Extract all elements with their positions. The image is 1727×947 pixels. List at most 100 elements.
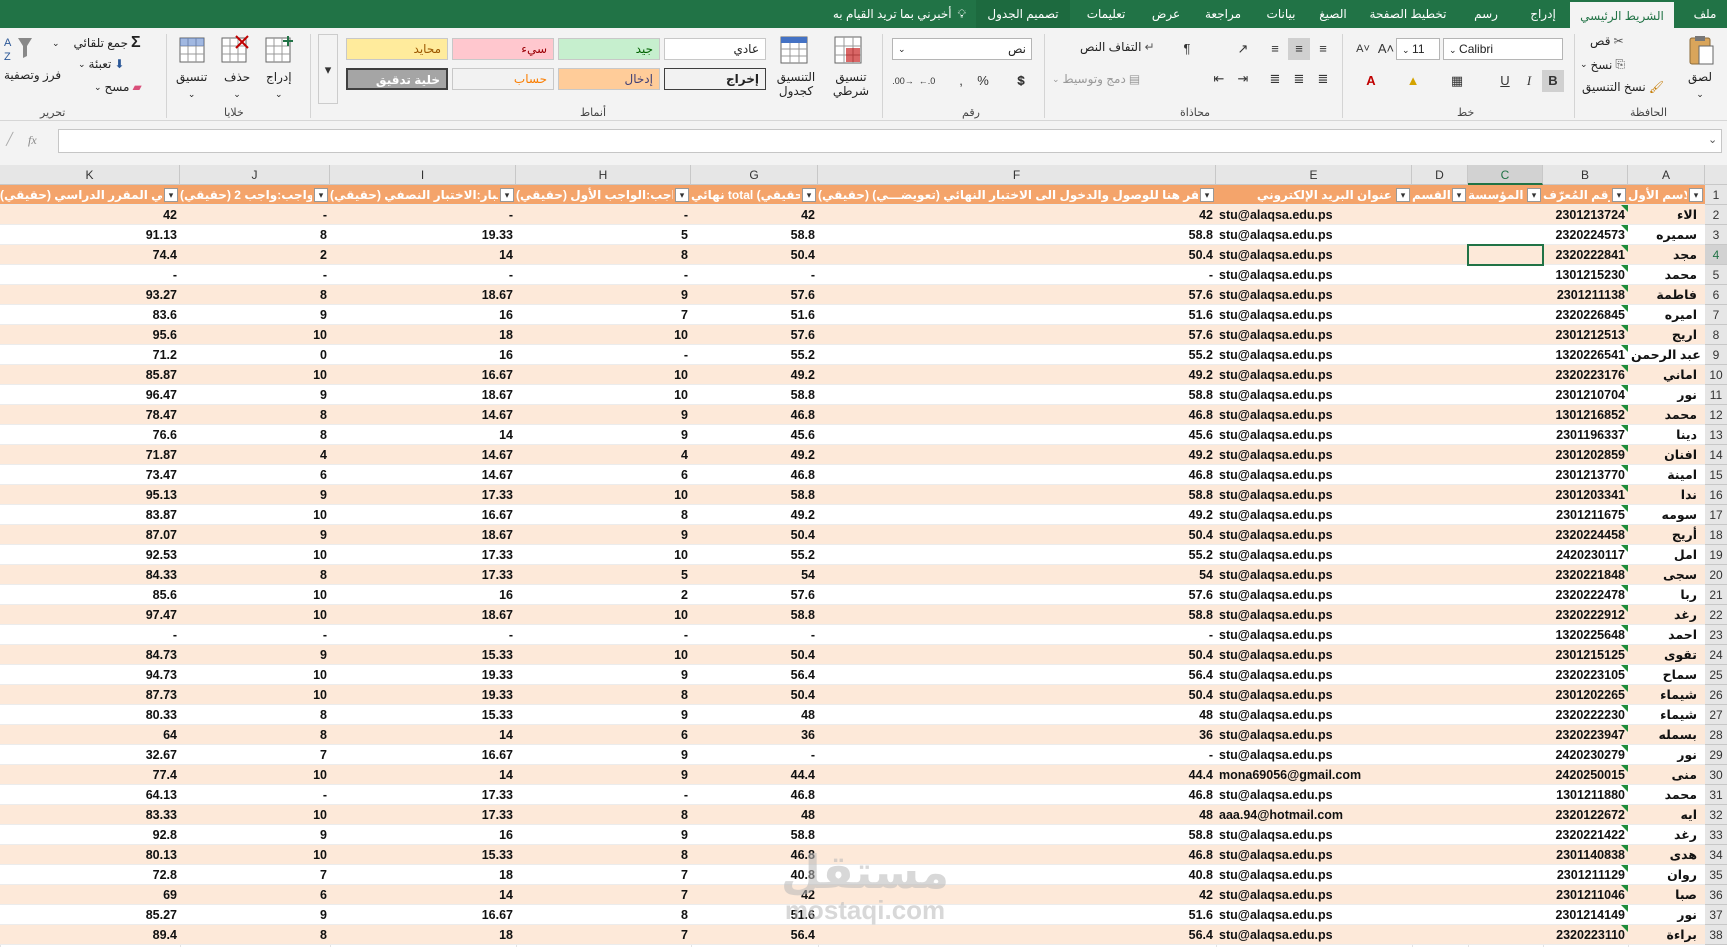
error-indicator-icon[interactable] — [1621, 325, 1628, 332]
cell-j[interactable]: 10 — [180, 805, 330, 825]
cell-j[interactable]: 8 — [180, 425, 330, 445]
cell-a[interactable]: شيماء — [1628, 705, 1705, 725]
cell-h[interactable]: 8 — [516, 685, 691, 705]
cell-h[interactable]: 10 — [516, 605, 691, 625]
cell-a[interactable]: نور — [1628, 745, 1705, 765]
cell-i[interactable]: 16.67 — [330, 505, 516, 525]
error-indicator-icon[interactable] — [1621, 825, 1628, 832]
cell-g[interactable]: 55.2 — [691, 545, 818, 565]
error-indicator-icon[interactable] — [1621, 705, 1628, 712]
cell-f[interactable]: 44.4 — [818, 765, 1216, 785]
cell-j[interactable]: 10 — [180, 585, 330, 605]
bold-button[interactable]: B — [1542, 70, 1564, 92]
cell-k[interactable]: 85.6 — [0, 585, 180, 605]
cell-j[interactable]: 10 — [180, 845, 330, 865]
format-as-table-button[interactable]: التنسيق كجدول — [770, 70, 822, 98]
cell-h[interactable]: 7 — [516, 925, 691, 945]
conditional-formatting-icon[interactable] — [832, 34, 866, 68]
error-indicator-icon[interactable] — [1621, 445, 1628, 452]
filter-dropdown-icon[interactable]: ▾ — [1396, 188, 1410, 202]
cell-a[interactable]: سميره — [1628, 225, 1705, 245]
cell-a[interactable]: نور — [1628, 385, 1705, 405]
cell-a[interactable]: فاطمة — [1628, 285, 1705, 305]
cell-g[interactable]: 49.2 — [691, 365, 818, 385]
row-header[interactable]: 14 — [1705, 445, 1727, 465]
error-indicator-icon[interactable] — [1621, 425, 1628, 432]
row-header[interactable]: 38 — [1705, 925, 1727, 945]
cell-f[interactable]: 58.8 — [818, 485, 1216, 505]
cell-f[interactable]: 54 — [818, 565, 1216, 585]
align-left-icon[interactable]: ≣ — [1264, 68, 1286, 90]
cell-f[interactable]: 57.6 — [818, 285, 1216, 305]
cell-a[interactable]: سجى — [1628, 565, 1705, 585]
wrap-text-button[interactable]: التفاف النص ↵ — [1080, 40, 1155, 54]
cell-e[interactable]: stu@alaqsa.edu.ps — [1216, 245, 1412, 265]
cell-a[interactable]: تقوى — [1628, 645, 1705, 665]
format-as-table-icon[interactable] — [778, 34, 812, 68]
cell-e[interactable]: stu@alaqsa.edu.ps — [1216, 225, 1412, 245]
cell-e[interactable]: stu@alaqsa.edu.ps — [1216, 725, 1412, 745]
row-header[interactable]: 12 — [1705, 405, 1727, 425]
cell-k[interactable]: 77.4 — [0, 765, 180, 785]
filter-dropdown-icon[interactable]: ▾ — [164, 188, 178, 202]
filter-dropdown-icon[interactable]: ▾ — [314, 188, 328, 202]
cell-i[interactable]: - — [330, 205, 516, 225]
cell-f[interactable]: 48 — [818, 805, 1216, 825]
cell-j[interactable]: 9 — [180, 305, 330, 325]
cell-j[interactable]: - — [180, 785, 330, 805]
format-cells-icon[interactable] — [176, 34, 210, 68]
cell-h[interactable]: 10 — [516, 385, 691, 405]
cell-k[interactable]: 85.27 — [0, 905, 180, 925]
row-header[interactable]: 21 — [1705, 585, 1727, 605]
column-header-h[interactable]: H — [516, 165, 691, 185]
cell-f[interactable]: 58.8 — [818, 605, 1216, 625]
cell-i[interactable]: 14 — [330, 765, 516, 785]
cell-g[interactable]: 51.6 — [691, 305, 818, 325]
row-header[interactable]: 17 — [1705, 505, 1727, 525]
cell-g[interactable]: 42 — [691, 205, 818, 225]
cell-k[interactable]: 71.2 — [0, 345, 180, 365]
cell-j[interactable]: 9 — [180, 645, 330, 665]
cell-k[interactable]: 87.73 — [0, 685, 180, 705]
cell-i[interactable]: 17.33 — [330, 805, 516, 825]
cell-b[interactable]: 2320222478 — [1543, 585, 1628, 605]
cell-g[interactable]: 56.4 — [691, 925, 818, 945]
row-header[interactable]: 11 — [1705, 385, 1727, 405]
cell-h[interactable]: 9 — [516, 765, 691, 785]
row-header[interactable]: 3 — [1705, 225, 1727, 245]
cell-a[interactable]: اميره — [1628, 305, 1705, 325]
cell-a[interactable]: محمد — [1628, 405, 1705, 425]
row-header[interactable]: 25 — [1705, 665, 1727, 685]
cell-h[interactable]: 7 — [516, 865, 691, 885]
cell-k[interactable]: 89.4 — [0, 925, 180, 945]
row-header[interactable]: 29 — [1705, 745, 1727, 765]
cell-a[interactable]: روان — [1628, 865, 1705, 885]
cell-h[interactable]: - — [516, 345, 691, 365]
error-indicator-icon[interactable] — [1621, 785, 1628, 792]
error-indicator-icon[interactable] — [1621, 745, 1628, 752]
cell-k[interactable]: 85.87 — [0, 365, 180, 385]
cell-h[interactable]: 5 — [516, 225, 691, 245]
row-header[interactable]: 31 — [1705, 785, 1727, 805]
filter-dropdown-icon[interactable]: ▾ — [802, 188, 816, 202]
cut-button[interactable]: قص ✂ — [1590, 34, 1624, 48]
cell-f[interactable]: 58.8 — [818, 385, 1216, 405]
row-header[interactable]: 33 — [1705, 825, 1727, 845]
error-indicator-icon[interactable] — [1621, 605, 1628, 612]
error-indicator-icon[interactable] — [1621, 625, 1628, 632]
cell-e[interactable]: stu@alaqsa.edu.ps — [1216, 365, 1412, 385]
cell-b[interactable]: 2301210704 — [1543, 385, 1628, 405]
sort-filter-icon[interactable]: AZ — [2, 32, 36, 66]
row-header[interactable]: 5 — [1705, 265, 1727, 285]
cell-f[interactable]: - — [818, 265, 1216, 285]
cell-k[interactable]: 95.13 — [0, 485, 180, 505]
cell-a[interactable]: بسمله — [1628, 725, 1705, 745]
cell-e[interactable]: aaa.94@hotmail.com — [1216, 805, 1412, 825]
paste-icon[interactable] — [1684, 34, 1718, 68]
cell-g[interactable]: - — [691, 745, 818, 765]
cell-e[interactable]: stu@alaqsa.edu.ps — [1216, 385, 1412, 405]
cell-j[interactable]: 8 — [180, 725, 330, 745]
cell-b[interactable]: 2320224458 — [1543, 525, 1628, 545]
cell-b[interactable]: 2320222912 — [1543, 605, 1628, 625]
column-header-b[interactable]: B — [1543, 165, 1628, 185]
